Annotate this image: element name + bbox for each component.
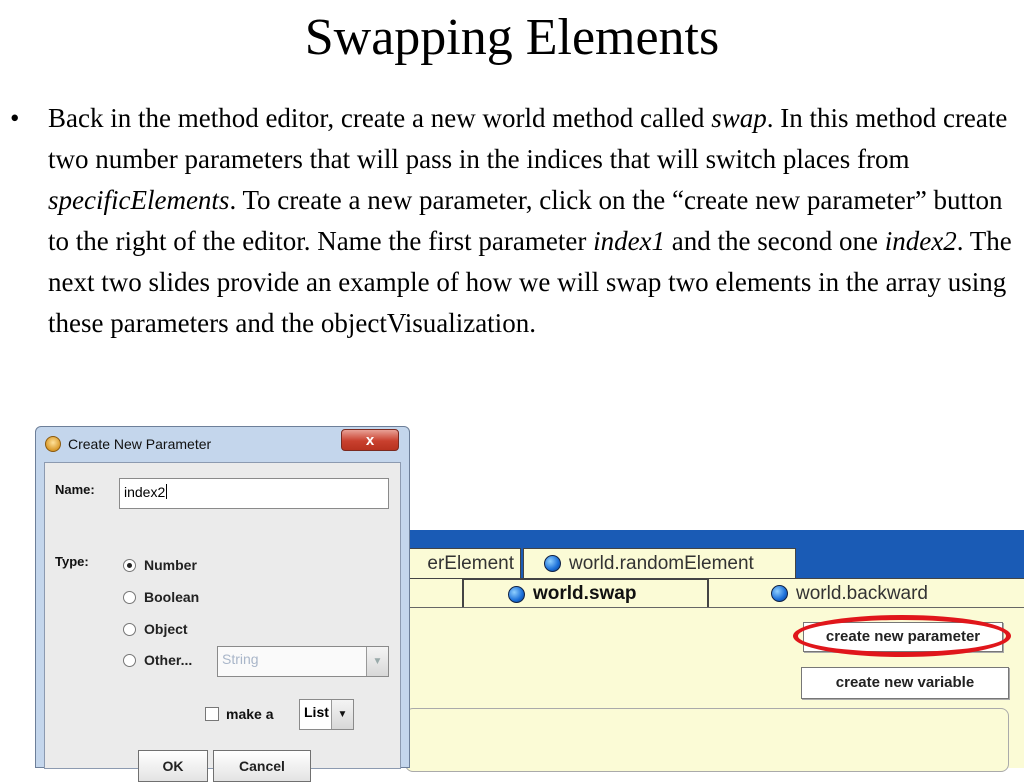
tab-label: world.randomElement xyxy=(569,552,754,574)
other-type-select[interactable]: String ▼ xyxy=(217,646,389,677)
create-new-variable-button[interactable]: create new variable xyxy=(801,667,1009,699)
radio-label: Boolean xyxy=(144,589,200,605)
tab-label: world.swap xyxy=(533,583,637,604)
method-ball-icon xyxy=(508,585,525,603)
radio-other[interactable]: Other... xyxy=(123,652,192,668)
tab-other-element[interactable]: erElement xyxy=(401,548,521,578)
make-a-label: make a xyxy=(226,706,274,722)
name-label: Name: xyxy=(55,482,95,497)
other-type-value: String xyxy=(222,651,259,667)
tab-world-backward[interactable]: world.backward xyxy=(708,578,1024,608)
tab-partial[interactable] xyxy=(401,578,463,608)
radio-boolean[interactable]: Boolean xyxy=(123,589,199,605)
radio-label: Number xyxy=(144,557,197,573)
make-a-checkbox[interactable] xyxy=(205,707,219,721)
create-parameter-dialog: Create New Parameter x Name: index2 Type… xyxy=(35,426,410,782)
bullet-italic-specific-elements: specificElements xyxy=(48,185,230,215)
chevron-down-icon: ▼ xyxy=(366,647,388,676)
name-field[interactable]: index2 xyxy=(119,478,389,509)
bullet-symbol: • xyxy=(10,103,20,133)
ok-button[interactable]: OK xyxy=(138,750,208,782)
method-ball-icon xyxy=(771,585,788,602)
tab-world-random-element[interactable]: world.randomElement xyxy=(523,548,796,578)
cancel-button[interactable]: Cancel xyxy=(213,750,311,782)
slide-title: Swapping Elements xyxy=(304,9,720,66)
close-icon: x xyxy=(365,432,375,449)
name-field-value: index2 xyxy=(124,484,166,500)
radio-number[interactable]: Number xyxy=(123,557,197,573)
bullet-text-part: Back in the method editor, create a new … xyxy=(48,103,712,133)
make-a-select[interactable]: List ▼ xyxy=(299,699,354,730)
radio-icon xyxy=(123,622,136,636)
type-label: Type: xyxy=(55,554,89,569)
tab-world-swap[interactable]: world.swap xyxy=(463,578,708,608)
radio-object[interactable]: Object xyxy=(123,621,188,637)
bullet-italic-index2: index2 xyxy=(884,226,957,256)
dialog-title: Create New Parameter xyxy=(68,436,212,452)
chevron-down-icon: ▼ xyxy=(331,700,353,729)
tab-label: world.backward xyxy=(796,582,928,604)
radio-label: Other... xyxy=(144,652,193,668)
alice-app-icon xyxy=(45,436,61,452)
radio-icon xyxy=(123,653,136,667)
radio-label: Object xyxy=(144,621,188,637)
bullet-italic-swap: swap xyxy=(711,103,767,133)
divider xyxy=(405,607,1024,608)
method-body-panel[interactable] xyxy=(405,708,1009,772)
radio-icon xyxy=(123,590,136,604)
radio-selected-icon xyxy=(123,558,136,572)
method-editor: erElement world.randomElement world.swap… xyxy=(401,530,1024,772)
dialog-body: Name: index2 Type: Number Boolean Object… xyxy=(44,462,401,782)
make-a-value: List xyxy=(304,704,329,720)
bullet-text: Back in the method editor, create a new … xyxy=(48,98,1020,344)
dialog-titlebar[interactable]: Create New Parameter x xyxy=(36,427,409,461)
text-caret xyxy=(166,484,168,499)
bullet-text-part: and the second one xyxy=(665,226,885,256)
close-button[interactable]: x xyxy=(341,429,399,451)
highlight-circle xyxy=(793,615,1011,657)
tab-label: erElement xyxy=(427,552,514,574)
bullet-italic-index1: index1 xyxy=(593,226,666,256)
method-ball-icon xyxy=(544,555,561,572)
